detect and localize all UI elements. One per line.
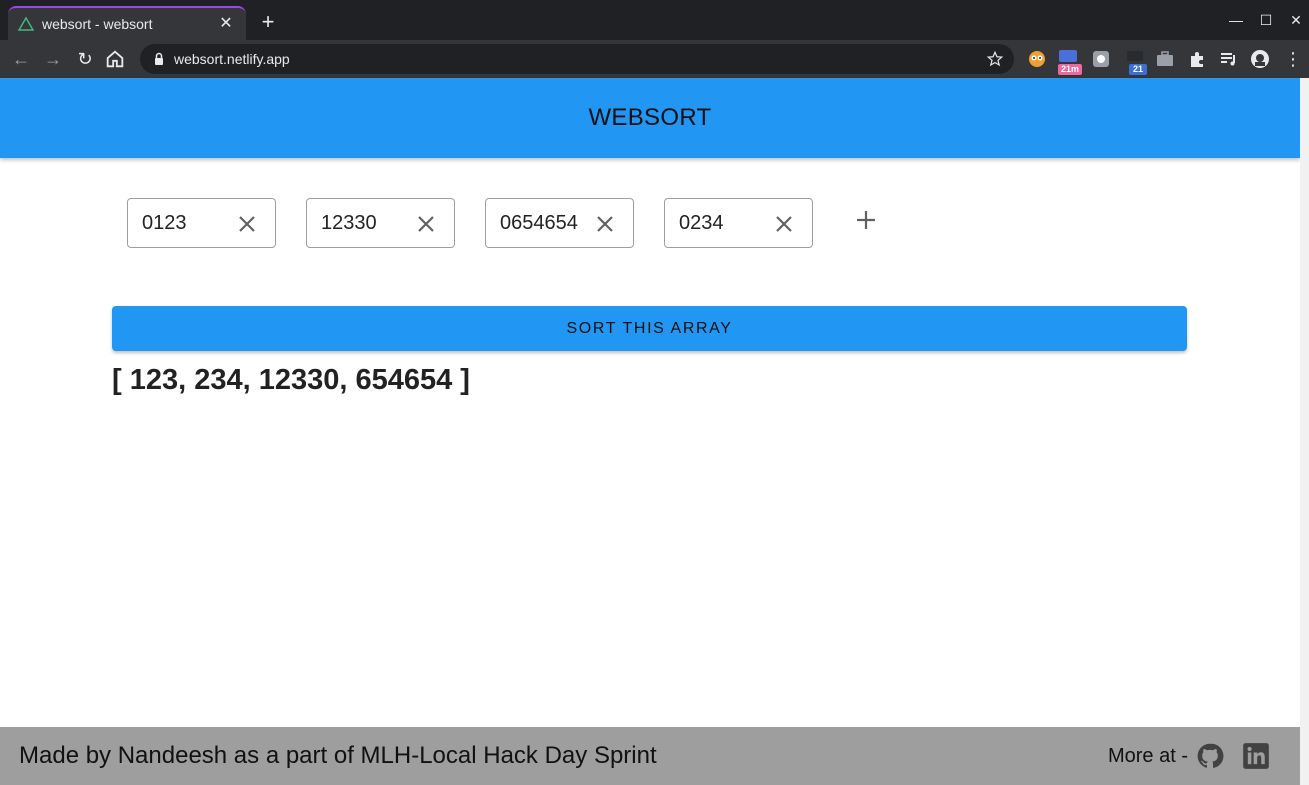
more-at-label: More at - bbox=[1107, 744, 1188, 767]
lock-icon bbox=[155, 52, 163, 65]
number-field-3 bbox=[485, 198, 634, 248]
app-title: WEBSORT bbox=[588, 104, 712, 131]
clear-icon[interactable] bbox=[235, 212, 259, 236]
linkedin-icon[interactable] bbox=[1242, 742, 1270, 770]
number-input-3[interactable] bbox=[500, 211, 584, 235]
clear-icon[interactable] bbox=[772, 212, 796, 236]
profile-avatar-icon[interactable] bbox=[1250, 49, 1270, 69]
number-input-4[interactable] bbox=[679, 211, 763, 235]
address-bar[interactable]: websort.netlify.app bbox=[140, 44, 1014, 74]
browser-menu-icon[interactable]: ⋮ bbox=[1284, 46, 1302, 72]
number-input-2[interactable] bbox=[321, 211, 405, 235]
extensions-puzzle-icon[interactable] bbox=[1187, 49, 1207, 69]
number-field-1 bbox=[127, 198, 276, 248]
add-input-plus-icon[interactable] bbox=[852, 206, 880, 234]
app-header: WEBSORT bbox=[0, 78, 1300, 158]
extension-badge: 21m bbox=[1058, 64, 1082, 75]
home-icon[interactable] bbox=[104, 48, 126, 70]
extension-timer-icon[interactable]: 21m bbox=[1058, 49, 1082, 75]
number-field-2 bbox=[306, 198, 455, 248]
browser-tab-bar: websort - websort ✕ + — ☐ ✕ bbox=[0, 0, 1309, 40]
tab-title: websort - websort bbox=[42, 16, 153, 32]
maximize-icon[interactable]: ☐ bbox=[1254, 8, 1278, 32]
window-close-icon[interactable]: ✕ bbox=[1284, 8, 1308, 32]
url-text: websort.netlify.app bbox=[174, 51, 290, 67]
footer: Made by Nandeesh as a part of MLH-Local … bbox=[0, 727, 1300, 785]
clear-icon[interactable] bbox=[414, 212, 438, 236]
sort-array-button[interactable]: SORT THIS ARRAY bbox=[112, 306, 1187, 351]
media-queue-icon[interactable] bbox=[1218, 49, 1238, 69]
scrollbar-track[interactable] bbox=[1300, 78, 1309, 785]
extension-badge: 21 bbox=[1129, 64, 1147, 75]
close-tab-icon[interactable]: ✕ bbox=[216, 14, 236, 34]
new-tab-icon[interactable]: + bbox=[256, 10, 280, 34]
github-icon[interactable] bbox=[1196, 742, 1224, 770]
forward-icon[interactable]: → bbox=[40, 46, 66, 72]
extension-square-icon[interactable] bbox=[1091, 49, 1111, 69]
browser-tab[interactable]: websort - websort ✕ bbox=[8, 6, 246, 40]
sorted-result: [ 123, 234, 12330, 654654 ] bbox=[112, 364, 470, 396]
footer-credit: Made by Nandeesh as a part of MLH-Local … bbox=[19, 742, 657, 769]
extension-briefcase-icon[interactable] bbox=[1155, 49, 1175, 69]
number-input-1[interactable] bbox=[142, 211, 226, 235]
vue-favicon-icon bbox=[18, 16, 34, 31]
extension-owl-icon[interactable] bbox=[1027, 49, 1047, 69]
bookmark-star-icon[interactable] bbox=[986, 50, 1004, 68]
clear-icon[interactable] bbox=[593, 212, 617, 236]
browser-toolbar: ← → ↻ websort.netlify.app 21m 21 ⋮ bbox=[0, 40, 1309, 78]
minimize-icon[interactable]: — bbox=[1224, 8, 1248, 32]
number-field-4 bbox=[664, 198, 813, 248]
reload-icon[interactable]: ↻ bbox=[72, 46, 98, 72]
extension-calendar-icon[interactable]: 21 bbox=[1125, 49, 1147, 75]
back-icon[interactable]: ← bbox=[8, 46, 34, 72]
